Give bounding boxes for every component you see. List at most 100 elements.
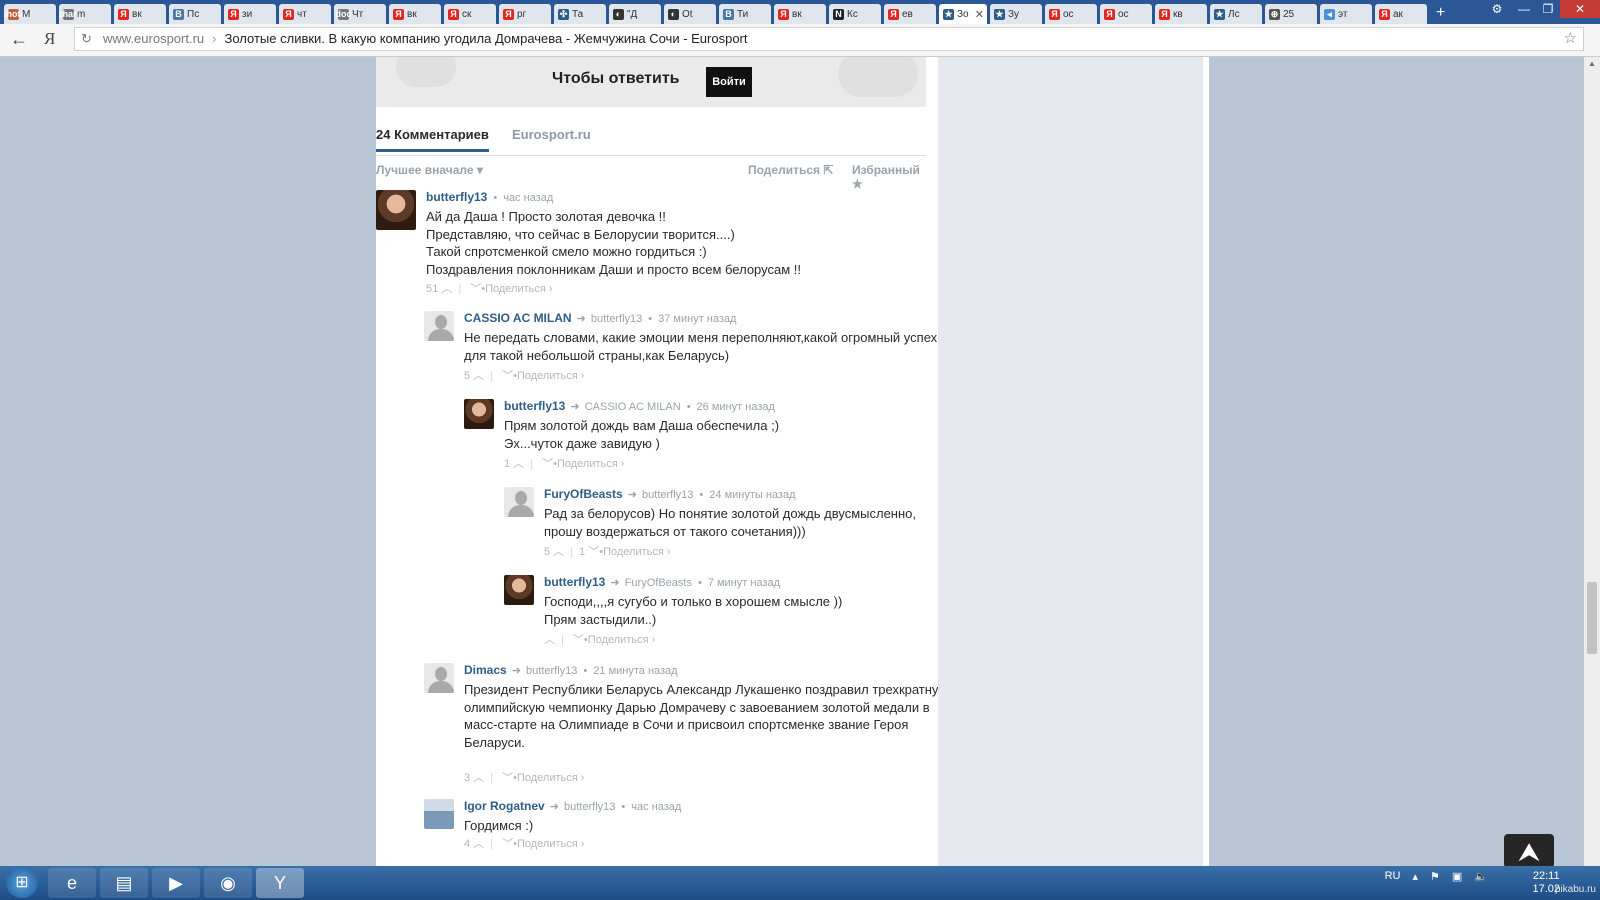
close-window-button[interactable]: ✕ (1560, 0, 1600, 18)
browser-tab[interactable]: ★ Зо ✕ (939, 4, 987, 24)
upvote-icon[interactable]: ︿ (544, 634, 555, 646)
downvote-icon[interactable]: ﹀ (570, 634, 584, 646)
browser-tab[interactable]: ◐ "Д (609, 4, 661, 24)
browser-tab[interactable]: doc Чт (334, 4, 386, 24)
tray-expand-icon[interactable]: ▴ (1412, 870, 1418, 883)
reply-to-user[interactable]: FuryOfBeasts (625, 577, 692, 589)
yandex-button[interactable]: Я (44, 29, 55, 49)
comment-time[interactable]: 7 минут назад (708, 577, 780, 589)
browser-tab[interactable]: Яев (884, 4, 936, 24)
settings-gear-icon[interactable]: ⚙ (1482, 0, 1512, 18)
upvote-icon[interactable]: ︿ (470, 838, 484, 850)
browser-tab[interactable]: Ярг (499, 4, 551, 24)
browser-tab[interactable]: ◂ эт (1320, 4, 1372, 24)
tab-comments[interactable]: 24 Комментариев (376, 127, 489, 152)
comment-author[interactable]: CASSIO AC MILAN (464, 311, 572, 325)
browser-tab[interactable]: Язи (224, 4, 276, 24)
bookmark-star-icon[interactable]: ☆ (1564, 28, 1577, 50)
comment-author[interactable]: butterfly13 (426, 190, 487, 204)
browser-tab[interactable]: ★ Лс (1210, 4, 1262, 24)
browser-tab[interactable]: В Ти (719, 4, 771, 24)
browser-tab[interactable]: Явк (774, 4, 826, 24)
share-comment-link[interactable]: Поделиться › (588, 634, 655, 646)
browser-tab[interactable]: Яск (444, 4, 496, 24)
browser-tab[interactable]: ⊕ 25 (1265, 4, 1317, 24)
share-comment-link[interactable]: Поделиться › (603, 546, 670, 558)
browser-tab[interactable]: Явк (389, 4, 441, 24)
comment-author[interactable]: FuryOfBeasts (544, 487, 623, 501)
comment-time[interactable]: 26 минут назад (697, 401, 775, 413)
back-to-top-button[interactable]: ⮝ (1504, 834, 1554, 868)
comment-time[interactable]: 37 минут назад (658, 313, 736, 325)
browser-tab[interactable]: chart m (59, 4, 111, 24)
downvote-icon[interactable]: ﹀ (499, 772, 513, 784)
chrome-icon[interactable]: ◉ (204, 868, 252, 898)
browser-tab[interactable]: Яак (1375, 4, 1427, 24)
media-player-icon[interactable]: ▶ (152, 868, 200, 898)
start-button[interactable]: ⊞ (6, 868, 38, 898)
share-comment-link[interactable]: Поделиться › (517, 772, 584, 784)
share-comment-link[interactable]: Поделиться › (485, 283, 552, 295)
page-scrollbar[interactable]: ▲ (1584, 57, 1600, 866)
upvote-icon[interactable]: ︿ (470, 370, 484, 382)
avatar[interactable] (504, 575, 534, 605)
avatar[interactable] (464, 399, 494, 429)
back-arrow-icon[interactable]: ← (10, 29, 28, 50)
reply-to-user[interactable]: butterfly13 (526, 665, 577, 677)
new-tab-button[interactable]: + (1436, 4, 1445, 22)
browser-tab[interactable]: Якв (1155, 4, 1207, 24)
browser-tab[interactable]: Яос (1100, 4, 1152, 24)
downvote-icon[interactable]: ﹀ (499, 370, 513, 382)
comment-author[interactable]: Igor Rogatnev (464, 799, 545, 813)
downvote-icon[interactable]: ﹀ (499, 838, 513, 850)
browser-tab[interactable]: ◐ Ot (664, 4, 716, 24)
file-explorer-icon[interactable]: ▤ (100, 868, 148, 898)
login-button[interactable]: Войти (706, 67, 752, 97)
browser-tab[interactable]: N Кс (829, 4, 881, 24)
comment-author[interactable]: Dimacs (464, 663, 507, 677)
tab-eurosport[interactable]: Eurosport.ru (512, 127, 591, 142)
browser-tab[interactable]: photoM (4, 4, 56, 24)
comment-time[interactable]: час назад (631, 801, 681, 813)
sort-dropdown[interactable]: Лучшее вначале ▾ (376, 163, 483, 177)
upvote-icon[interactable]: ︿ (550, 546, 564, 558)
downvote-icon[interactable]: ﹀ (467, 283, 481, 295)
browser-tab[interactable]: Ячт (279, 4, 331, 24)
reply-to-user[interactable]: CASSIO AC MILAN (585, 401, 681, 413)
avatar[interactable] (504, 487, 534, 517)
downvote-icon[interactable]: ﹀ (585, 546, 599, 558)
url-field[interactable]: ↻ www.eurosport.ru › Золотые сливки. В как… (74, 27, 1584, 51)
network-icon[interactable]: ▣ (1452, 870, 1462, 883)
comment-time[interactable]: час назад (503, 192, 553, 204)
reply-to-user[interactable]: butterfly13 (564, 801, 615, 813)
avatar[interactable] (424, 663, 454, 693)
upvote-icon[interactable]: ︿ (438, 283, 452, 295)
share-comment-link[interactable]: Поделиться › (517, 838, 584, 850)
avatar[interactable] (424, 799, 454, 829)
reply-to-user[interactable]: butterfly13 (591, 313, 642, 325)
yandex-browser-icon[interactable]: Y (256, 868, 304, 898)
browser-tab[interactable]: Явк (114, 4, 166, 24)
scroll-up-icon[interactable]: ▲ (1588, 59, 1596, 68)
volume-icon[interactable]: 🔈 (1474, 870, 1488, 883)
internet-explorer-icon[interactable]: e (48, 868, 96, 898)
comment-author[interactable]: butterfly13 (504, 399, 565, 413)
browser-tab[interactable]: Яос (1045, 4, 1097, 24)
flag-icon[interactable]: ⚑ (1430, 870, 1440, 883)
reload-icon[interactable]: ↻ (81, 28, 92, 50)
comment-time[interactable]: 21 минута назад (593, 665, 677, 677)
downvote-icon[interactable]: ﹀ (539, 458, 553, 470)
reply-to-user[interactable]: butterfly13 (642, 489, 693, 501)
comment-author[interactable]: butterfly13 (544, 575, 605, 589)
share-comment-link[interactable]: Поделиться › (517, 370, 584, 382)
avatar[interactable] (376, 190, 416, 230)
maximize-button[interactable]: ❐ (1536, 0, 1560, 18)
tab-close-icon[interactable]: ✕ (975, 8, 984, 21)
upvote-icon[interactable]: ︿ (470, 772, 484, 784)
favorite-button[interactable]: Избранный ★ (852, 163, 926, 191)
avatar[interactable] (424, 311, 454, 341)
language-indicator[interactable]: RU (1385, 870, 1401, 883)
scrollbar-thumb[interactable] (1587, 582, 1597, 654)
browser-tab[interactable]: ✣ Та (554, 4, 606, 24)
minimize-button[interactable]: — (1512, 0, 1536, 18)
